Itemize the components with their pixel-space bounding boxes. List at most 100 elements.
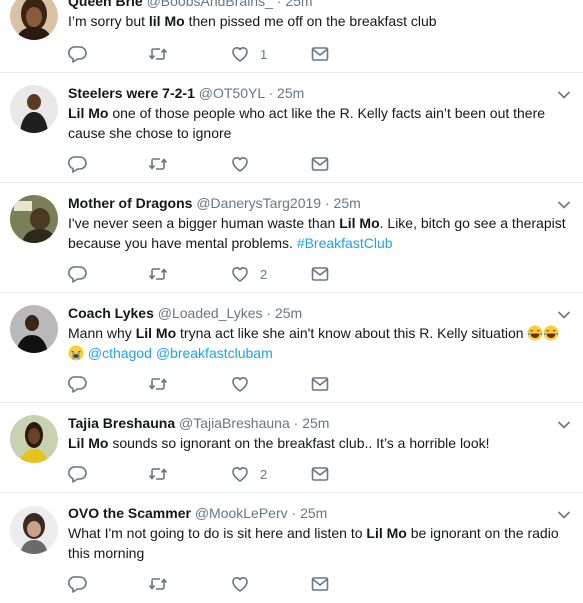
display-name[interactable]: Queen Brie bbox=[68, 0, 143, 9]
timestamp[interactable]: 25m bbox=[302, 415, 329, 431]
reply-button[interactable] bbox=[68, 264, 88, 284]
retweet-button[interactable] bbox=[148, 154, 168, 174]
direct-message-icon bbox=[310, 154, 330, 174]
tweet-header: Tajia Breshauna @TajiaBreshauna · 25m bbox=[68, 415, 329, 431]
direct-message-button[interactable] bbox=[310, 154, 330, 174]
text-segment: be ignorant on the radio bbox=[406, 525, 559, 541]
direct-message-icon bbox=[310, 44, 330, 64]
tweet[interactable]: Tajia Breshauna @TajiaBreshauna · 25m Li… bbox=[0, 403, 583, 493]
like-button[interactable] bbox=[230, 154, 250, 174]
text-segment: . Like, bitch go see a therapist bbox=[379, 215, 566, 231]
chevron-down-icon[interactable] bbox=[557, 90, 571, 100]
avatar[interactable] bbox=[10, 415, 58, 463]
direct-message-button[interactable] bbox=[310, 464, 330, 484]
retweet-icon bbox=[148, 374, 168, 394]
retweet-icon bbox=[148, 464, 168, 484]
chevron-down-icon[interactable] bbox=[557, 310, 571, 320]
user-handle[interactable]: @BoobsAndBrains_ bbox=[147, 0, 273, 9]
timestamp[interactable]: 25m bbox=[277, 85, 304, 101]
avatar[interactable] bbox=[10, 195, 58, 243]
tweet[interactable]: Mother of Dragons @DanerysTarg2019 · 25m… bbox=[0, 183, 583, 293]
retweet-icon bbox=[148, 44, 168, 64]
tweet-text: Mann why Lil Mo tryna act like she ain't… bbox=[68, 323, 573, 363]
tweet-text: Lil Mo one of those people who act like … bbox=[68, 103, 573, 143]
retweet-button[interactable] bbox=[148, 464, 168, 484]
like-button[interactable]: 2 bbox=[230, 464, 267, 484]
mention-link[interactable]: @cthagod bbox=[88, 345, 152, 361]
text-segment: I’m sorry but bbox=[68, 13, 149, 29]
text-segment: this morning bbox=[68, 545, 145, 561]
tweet-header: OVO the Scammer @MookLePerv · 25m bbox=[68, 505, 327, 521]
user-handle[interactable]: @MookLePerv bbox=[195, 505, 288, 521]
timestamp[interactable]: 25m bbox=[334, 195, 361, 211]
display-name[interactable]: Coach Lykes bbox=[68, 305, 154, 321]
like-button[interactable]: 2 bbox=[230, 264, 267, 284]
timestamp[interactable]: 25m bbox=[275, 305, 302, 321]
tweet-text: Lil Mo sounds so ignorant on the breakfa… bbox=[68, 433, 573, 453]
retweet-icon bbox=[148, 154, 168, 174]
like-button[interactable] bbox=[230, 374, 250, 394]
tweet[interactable]: OVO the Scammer @MookLePerv · 25m What I… bbox=[0, 493, 583, 603]
chevron-down-icon[interactable] bbox=[557, 200, 571, 210]
avatar[interactable] bbox=[10, 305, 58, 353]
direct-message-icon bbox=[310, 264, 330, 284]
timestamp[interactable]: 25m bbox=[285, 0, 312, 9]
retweet-button[interactable] bbox=[148, 374, 168, 394]
avatar[interactable] bbox=[10, 85, 58, 133]
retweet-button[interactable] bbox=[148, 44, 168, 64]
like-button[interactable]: 1 bbox=[230, 44, 267, 64]
text-segment: one of those people who act like the R. … bbox=[108, 105, 546, 121]
reply-icon bbox=[68, 574, 88, 594]
like-count: 2 bbox=[260, 266, 268, 282]
chevron-down-icon[interactable] bbox=[557, 420, 571, 430]
reply-icon bbox=[68, 264, 88, 284]
tweet-actions bbox=[68, 574, 468, 594]
display-name[interactable]: Tajia Breshauna bbox=[68, 415, 175, 431]
mention-keyword: Lil Mo bbox=[339, 215, 380, 231]
separator-dot: · bbox=[291, 505, 297, 521]
chevron-down-icon[interactable] bbox=[557, 510, 571, 520]
retweet-icon bbox=[148, 574, 168, 594]
user-handle[interactable]: @OT50YL bbox=[199, 85, 265, 101]
text-segment: because you have mental problems. bbox=[68, 235, 297, 251]
display-name[interactable]: Mother of Dragons bbox=[68, 195, 192, 211]
user-handle[interactable]: @Loaded_Lykes bbox=[158, 305, 263, 321]
timestamp[interactable]: 25m bbox=[300, 505, 327, 521]
reply-button[interactable] bbox=[68, 154, 88, 174]
hashtag-link[interactable]: #BreakfastClub bbox=[297, 235, 393, 251]
tweet[interactable]: Steelers were 7-2-1 @OT50YL · 25m Lil Mo… bbox=[0, 73, 583, 183]
direct-message-button[interactable] bbox=[310, 374, 330, 394]
retweet-button[interactable] bbox=[148, 574, 168, 594]
tweet[interactable]: Coach Lykes @Loaded_Lykes · 25m Mann why… bbox=[0, 293, 583, 403]
separator-dot: · bbox=[293, 415, 299, 431]
like-count: 1 bbox=[260, 46, 268, 62]
reply-button[interactable] bbox=[68, 574, 88, 594]
mention-keyword: lil Mo bbox=[148, 13, 185, 29]
tweet[interactable]: Queen Brie @BoobsAndBrains_ · 25m I’m so… bbox=[0, 0, 583, 73]
display-name[interactable]: OVO the Scammer bbox=[68, 505, 191, 521]
avatar[interactable] bbox=[10, 506, 58, 554]
direct-message-button[interactable] bbox=[310, 574, 330, 594]
direct-message-icon bbox=[310, 574, 330, 594]
user-handle[interactable]: @DanerysTarg2019 bbox=[196, 195, 321, 211]
tweet-actions bbox=[68, 374, 468, 394]
user-handle[interactable]: @TajiaBreshauna bbox=[179, 415, 290, 431]
separator-dot: · bbox=[324, 195, 330, 211]
avatar[interactable] bbox=[10, 0, 58, 40]
mention-link[interactable]: @breakfastclubam bbox=[156, 345, 273, 361]
retweet-button[interactable] bbox=[148, 264, 168, 284]
direct-message-button[interactable] bbox=[310, 44, 330, 64]
reply-button[interactable] bbox=[68, 374, 88, 394]
text-segment: cause she chose to ignore bbox=[68, 125, 232, 141]
reply-button[interactable] bbox=[68, 464, 88, 484]
reply-button[interactable] bbox=[68, 44, 88, 64]
separator-dot: · bbox=[268, 85, 274, 101]
direct-message-icon bbox=[310, 464, 330, 484]
crying-emoji-icon bbox=[68, 345, 84, 361]
like-button[interactable] bbox=[230, 574, 250, 594]
like-icon bbox=[230, 374, 250, 394]
like-count: 2 bbox=[260, 466, 268, 482]
direct-message-button[interactable] bbox=[310, 264, 330, 284]
like-icon bbox=[230, 264, 250, 284]
display-name[interactable]: Steelers were 7-2-1 bbox=[68, 85, 195, 101]
